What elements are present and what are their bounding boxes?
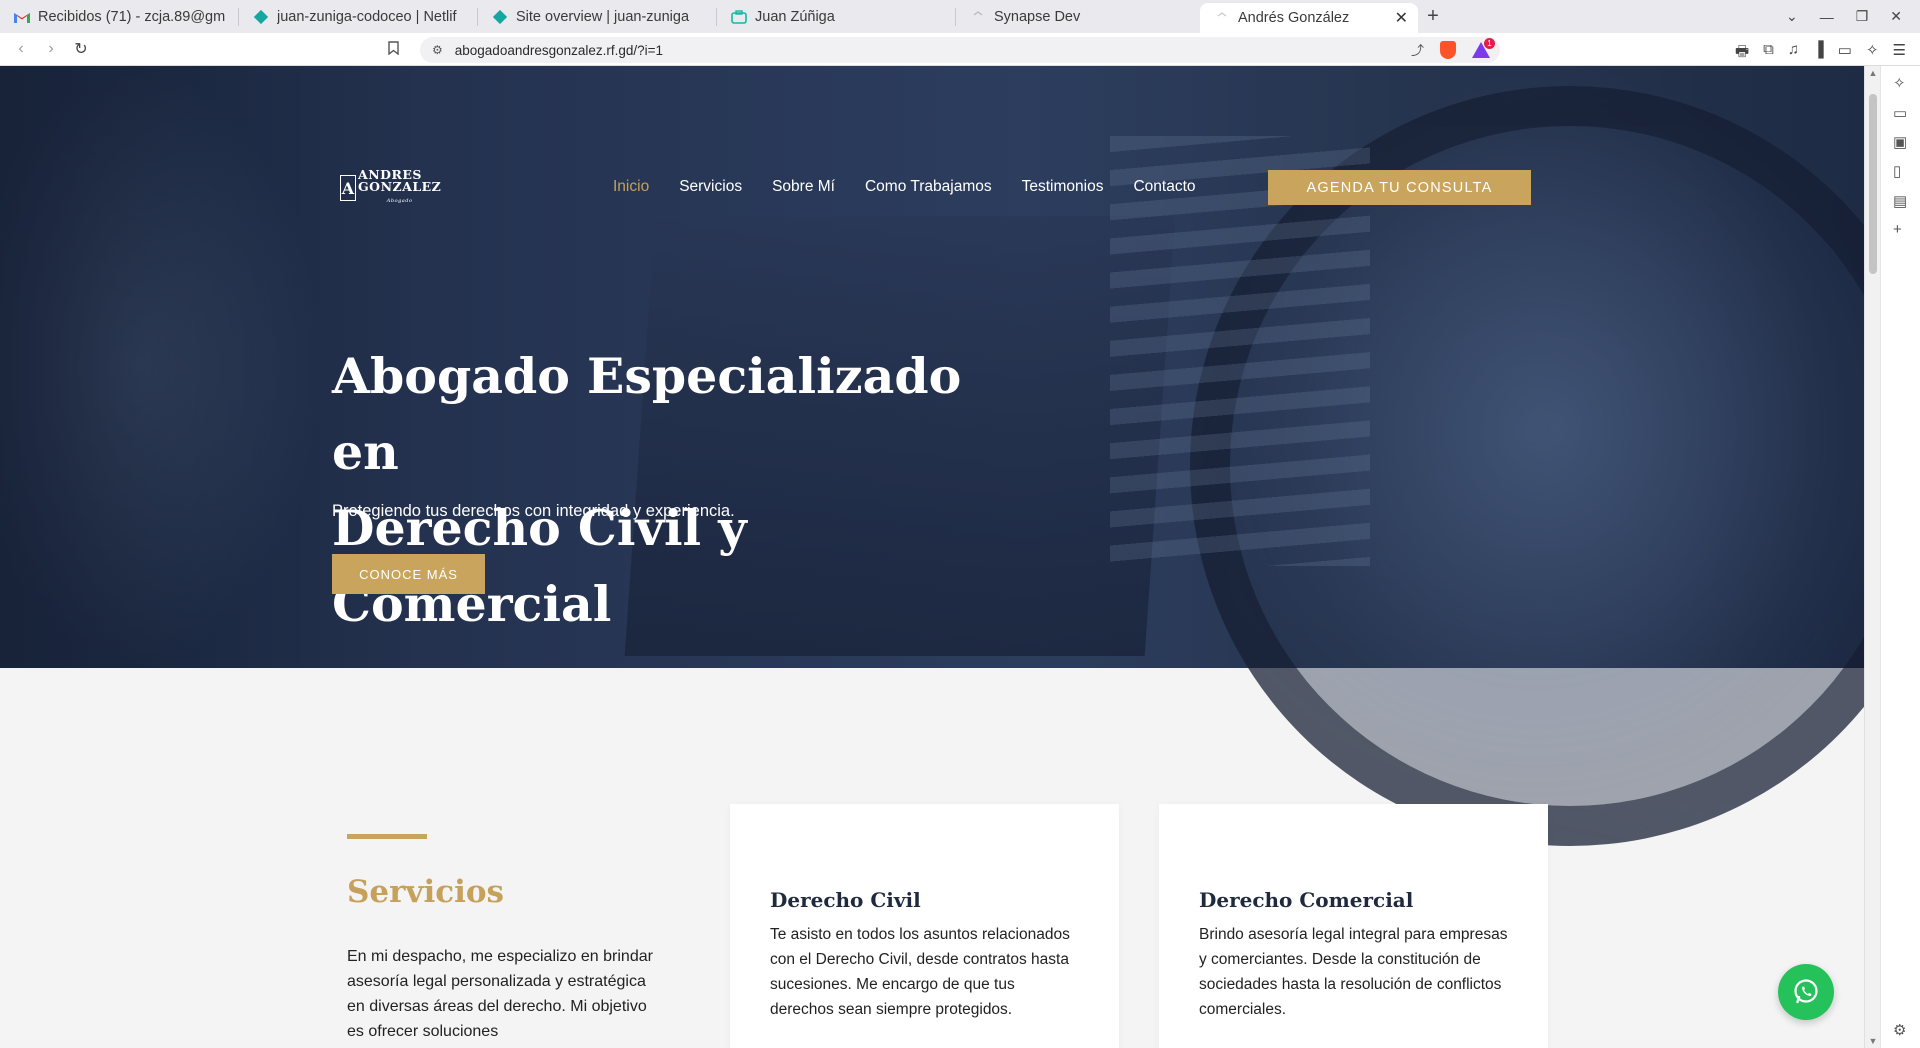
nav-link-inicio[interactable]: Inicio	[613, 178, 649, 196]
nav-link-contacto[interactable]: Contacto	[1133, 178, 1195, 196]
forward-arrow-icon[interactable]: ›	[36, 40, 66, 58]
leo-sidebar-icon[interactable]: ✧	[1893, 74, 1906, 92]
tab-title: Recibidos (71) - zcja.89@gm	[38, 8, 226, 25]
scroll-up-icon[interactable]: ▲	[1865, 68, 1881, 78]
printer-icon[interactable]: 🖶	[1735, 41, 1749, 66]
tab-title: juan-zuniga-codoceo | Netlif	[277, 8, 457, 25]
tab-andres-gonzalez[interactable]: Andrés González ✕	[1200, 3, 1418, 33]
services-intro: En mi despacho, me especializo en brinda…	[347, 948, 653, 1040]
tab-bar: Recibidos (71) - zcja.89@gm juan-zuniga-…	[0, 0, 1920, 33]
media-icon[interactable]: ♫	[1788, 41, 1799, 66]
url-bar-actions: ⤴ 1	[1411, 37, 1495, 59]
hero-title-line1: Abogado Especializado en	[332, 347, 962, 481]
leo-ai-icon[interactable]: ✧	[1866, 41, 1879, 66]
service-card-text: Te asisto en todos los asuntos relaciona…	[770, 926, 1070, 1018]
scroll-down-icon[interactable]: ▼	[1865, 1036, 1881, 1046]
address-toolbar: ‹ › ↻ ⚙ abogadoandresgonzalez.rf.gd/?i=1…	[0, 33, 1920, 66]
sidebar-toggle-icon[interactable]: ▐	[1813, 41, 1824, 66]
brave-shields-icon[interactable]	[1440, 40, 1456, 59]
menu-icon[interactable]: ☰	[1893, 41, 1906, 66]
video-icon[interactable]: ▭	[1893, 104, 1907, 122]
logo-line2: GONZALEZ	[358, 179, 442, 194]
close-tab-icon[interactable]: ✕	[1395, 8, 1408, 28]
tab-gmail[interactable]: Recibidos (71) - zcja.89@gm	[0, 0, 238, 33]
hero-subtitle: Protegiendo tus derechos con integridad …	[332, 502, 735, 520]
tab-synapse[interactable]: Synapse Dev	[956, 0, 1194, 33]
service-card-civil: Derecho Civil Te asisto en todos los asu…	[730, 804, 1119, 1048]
tab-juan-zuniga[interactable]: Juan Zúñiga	[717, 0, 955, 33]
service-card-text: Brindo asesoría legal integral para empr…	[1199, 926, 1508, 1018]
hero-section: A ANDRES GONZALEZ Abogado Inicio Servici…	[0, 66, 1864, 846]
learn-more-button[interactable]: CONOCE MÁS	[332, 554, 485, 594]
new-tab-button[interactable]: +	[1418, 5, 1448, 28]
nav-link-como-trabajamos[interactable]: Como Trabajamos	[865, 178, 992, 196]
browser-sidebar: ✧ ▭ ▣ ▯ ▤ + ⚙	[1880, 66, 1920, 1048]
address-bar[interactable]: ⚙ abogadoandresgonzalez.rf.gd/?i=1 ⤴ 1	[420, 37, 1500, 63]
logo-mark: A	[340, 175, 356, 201]
logo-words: ANDRES GONZALEZ Abogado	[358, 168, 442, 207]
tab-title: Juan Zúñiga	[755, 8, 835, 25]
whatsapp-icon	[1794, 979, 1818, 1004]
tab-list-chevron-icon[interactable]: ⌄	[1786, 8, 1798, 25]
bookmarks-sidebar-icon[interactable]: ▯	[1893, 162, 1901, 180]
netlify-icon	[253, 9, 269, 25]
site-settings-icon[interactable]: ⚙	[432, 43, 443, 57]
tab-netlify-1[interactable]: juan-zuniga-codoceo | Netlif	[239, 0, 477, 33]
restore-icon[interactable]: ❐	[1856, 8, 1869, 25]
add-sidebar-icon[interactable]: +	[1893, 221, 1902, 238]
schedule-consultation-button[interactable]: AGENDA TU CONSULTA	[1268, 170, 1531, 205]
reload-icon[interactable]: ↻	[66, 39, 96, 59]
page-icon	[1214, 10, 1230, 26]
sidebar-settings-icon[interactable]: ⚙	[1893, 1021, 1906, 1039]
page-viewport: A ANDRES GONZALEZ Abogado Inicio Servici…	[0, 66, 1864, 1048]
tab-title: Site overview | juan-zuniga	[516, 8, 690, 25]
service-card-comercial: Derecho Comercial Brindo asesoría legal …	[1159, 804, 1548, 1048]
site-logo[interactable]: A ANDRES GONZALEZ Abogado	[340, 168, 444, 208]
rewards-badge: 1	[1484, 37, 1495, 49]
service-card-title: Derecho Civil	[770, 888, 921, 912]
scrollbar-thumb[interactable]	[1869, 94, 1877, 274]
url-text[interactable]: abogadoandresgonzalez.rf.gd/?i=1	[455, 43, 663, 58]
back-arrow-icon[interactable]: ‹	[6, 40, 36, 58]
page-scrollbar[interactable]: ▲ ▼	[1864, 66, 1880, 1048]
gmail-icon	[14, 9, 30, 25]
brave-rewards-icon[interactable]: 1	[1472, 37, 1495, 58]
main-nav: Inicio Servicios Sobre Mí Como Trabajamo…	[613, 178, 1226, 196]
tab-title: Andrés González	[1238, 10, 1350, 26]
wallet-sidebar-icon[interactable]: ▣	[1893, 133, 1907, 151]
services-heading: Servicios	[347, 874, 505, 910]
netlify-icon	[492, 9, 508, 25]
service-card-title: Derecho Comercial	[1199, 888, 1414, 912]
wallet-icon[interactable]: ▭	[1838, 41, 1852, 66]
close-window-icon[interactable]: ✕	[1890, 8, 1902, 25]
hero-title: Abogado Especializado en Derecho Civil y…	[332, 338, 1032, 642]
window-controls: ⌄ — ❐ ✕	[1786, 0, 1902, 33]
logo-tagline: Abogado	[386, 198, 413, 204]
nav-link-servicios[interactable]: Servicios	[679, 178, 742, 196]
tab-netlify-2[interactable]: Site overview | juan-zuniga	[478, 0, 716, 33]
bookmark-icon[interactable]	[388, 41, 399, 58]
whatsapp-button[interactable]	[1778, 964, 1834, 1020]
nav-link-testimonios[interactable]: Testimonios	[1022, 178, 1104, 196]
extensions-icon[interactable]: ⧉	[1763, 41, 1774, 66]
toolbar-right: 🖶 ⧉ ♫ ▐ ▭ ✧ ☰	[1735, 41, 1906, 66]
share-icon[interactable]: ⤴	[1411, 40, 1424, 59]
briefcase-icon	[731, 9, 747, 25]
minimize-icon[interactable]: —	[1820, 9, 1834, 25]
tab-title: Synapse Dev	[994, 8, 1081, 25]
page-icon	[970, 9, 986, 25]
reading-list-icon[interactable]: ▤	[1893, 192, 1907, 210]
gold-divider	[347, 834, 427, 839]
nav-link-sobre-mi[interactable]: Sobre Mí	[772, 178, 835, 196]
